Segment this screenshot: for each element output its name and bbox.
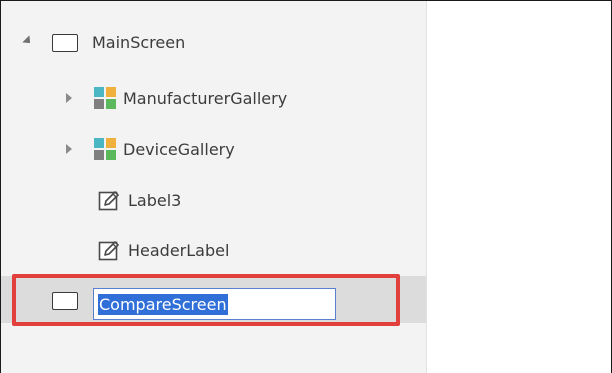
edit-label-icon [98,241,119,261]
expand-arrow-icon[interactable] [66,144,72,154]
screen-icon [52,34,78,52]
edit-label-icon [98,191,119,211]
tree-item-headerlabel[interactable]: HeaderLabel [1,226,426,274]
tree-item-mainscreen[interactable]: MainScreen [1,19,426,67]
tree-item-label: DeviceGallery [123,140,235,159]
tree-item-devicegallery[interactable]: DeviceGallery [1,125,426,173]
tree-item-label: Label3 [128,191,182,210]
gallery-icon [94,87,116,109]
expand-arrow-icon[interactable] [22,35,34,47]
gallery-icon [94,138,116,160]
tree-item-label: ManufacturerGallery [123,89,288,108]
tree-item-label3[interactable]: Label3 [1,176,426,224]
highlight-callout [12,274,400,326]
tree-item-label: HeaderLabel [128,241,230,260]
expand-arrow-icon[interactable] [66,93,72,103]
tree-item-label: MainScreen [92,33,186,52]
tree-item-manufacturergallery[interactable]: ManufacturerGallery [1,74,426,122]
